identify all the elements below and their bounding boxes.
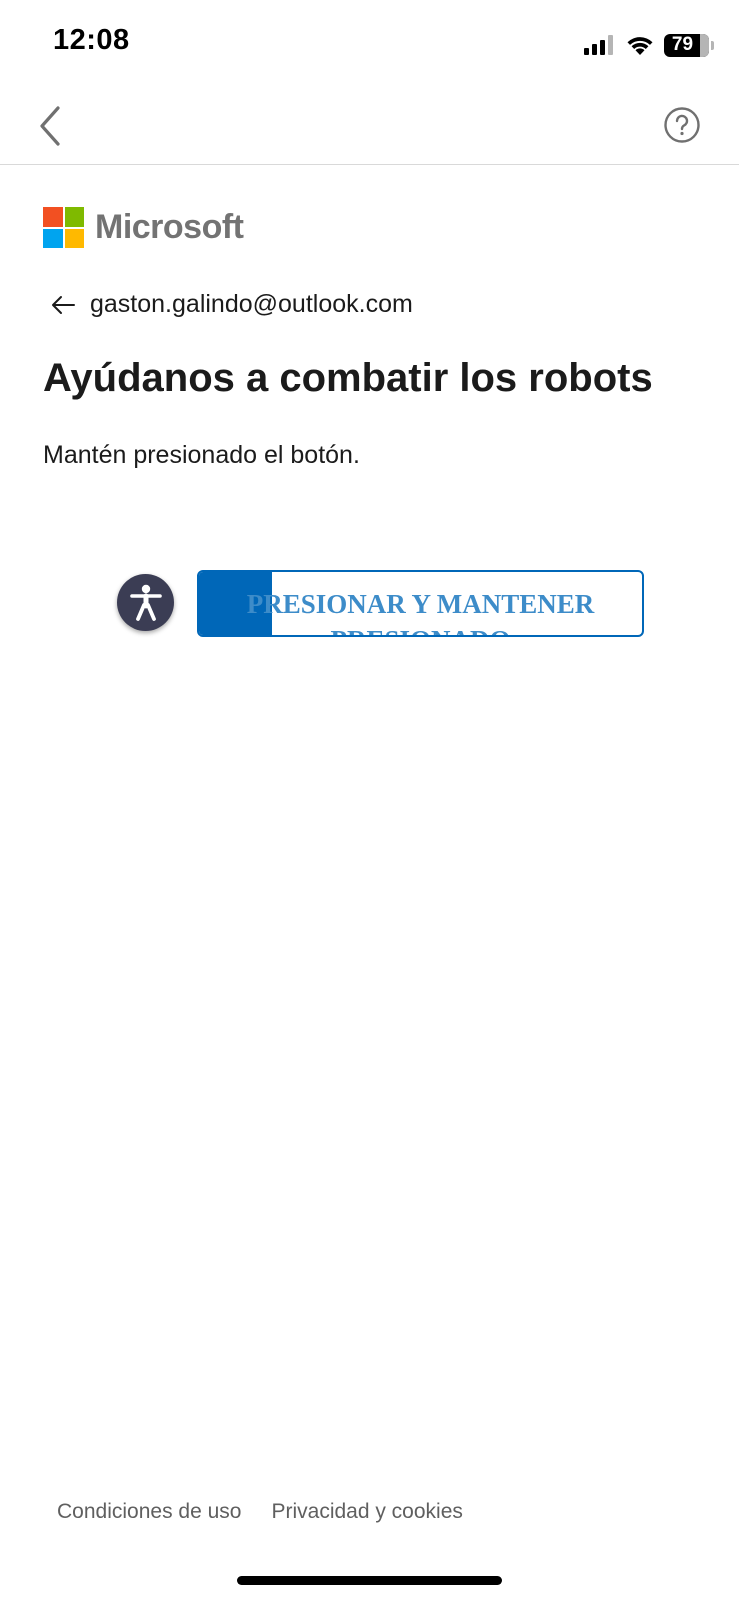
home-indicator [237,1576,502,1585]
logo-square-green [64,207,84,227]
status-bar: 12:08 79 [0,0,739,90]
signal-icon [584,35,613,55]
microsoft-logo-icon [43,207,84,248]
instruction-text: Mantén presionado el botón. [43,441,360,469]
press-and-hold-label: PRESIONAR Y MANTENER PRESIONADO [246,589,595,635]
accessibility-button[interactable] [117,574,174,631]
battery-level: 79 [671,34,694,55]
logo-square-blue [43,228,63,248]
logo-square-yellow [64,228,84,248]
nav-bar [0,90,739,165]
page-title: Ayúdanos a combatir los robots [43,356,653,400]
logo-square-red [43,207,63,227]
privacy-link[interactable]: Privacidad y cookies [271,1500,462,1524]
press-and-hold-button[interactable]: PRESIONAR Y MANTENER PRESIONADO [197,570,644,637]
arrow-left-icon[interactable] [50,294,76,316]
wifi-icon [627,36,653,55]
status-time: 12:08 [53,24,130,56]
status-icons: 79 [584,30,714,60]
account-email: gaston.galindo@outlook.com [90,290,413,318]
accessibility-person-icon [129,584,162,621]
microsoft-wordmark: Microsoft [95,208,244,246]
terms-link[interactable]: Condiciones de uso [57,1500,241,1524]
battery-icon: 79 [664,33,714,57]
chevron-left-icon[interactable] [34,104,64,148]
footer: Condiciones de uso Privacidad y cookies [57,1500,463,1524]
identity-back-link[interactable]: gaston.galindo@outlook.com [50,290,413,319]
microsoft-logo: Microsoft [43,207,244,248]
question-circle-icon[interactable] [663,106,701,144]
battery-empty-portion [700,33,709,57]
